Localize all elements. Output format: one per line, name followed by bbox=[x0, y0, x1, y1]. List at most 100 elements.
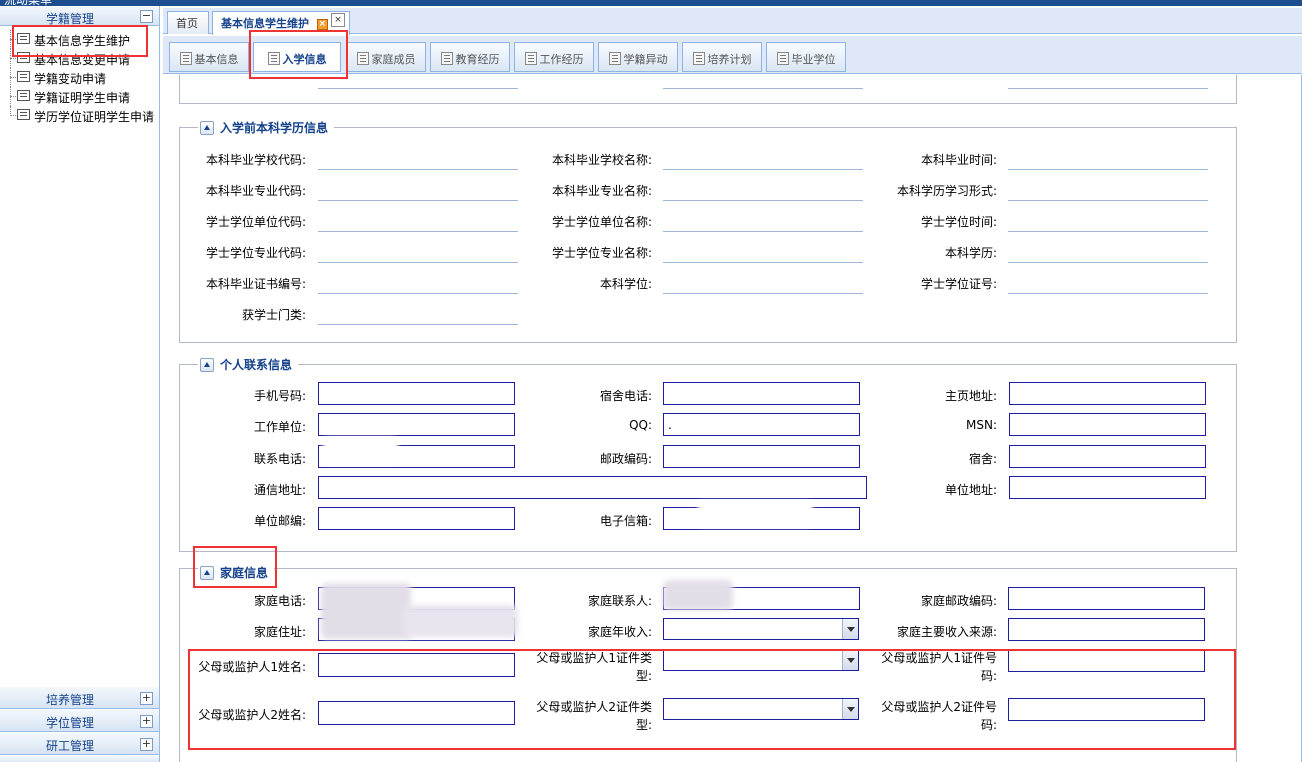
work-postcode-input[interactable] bbox=[318, 507, 515, 530]
employer-input[interactable] bbox=[318, 413, 515, 436]
tab-status-changes[interactable]: 学籍异动 bbox=[598, 42, 678, 72]
sidebar-bottom-sections: 培养管理 + 学位管理 + 研工管理 + bbox=[0, 686, 159, 762]
msn-input[interactable] bbox=[1009, 413, 1206, 436]
income-source-input[interactable] bbox=[1008, 618, 1205, 641]
field-major-code[interactable] bbox=[318, 200, 518, 201]
field-major-name[interactable] bbox=[663, 200, 863, 201]
tab-basic-info[interactable]: 基本信息 bbox=[169, 42, 249, 72]
label-study-form: 本科学历学习形式: bbox=[896, 184, 997, 198]
redacted-region bbox=[323, 437, 398, 463]
form-icon bbox=[17, 109, 30, 120]
mobile-input[interactable] bbox=[318, 382, 515, 405]
annotation-highlight-guardians bbox=[188, 649, 1236, 750]
document-icon bbox=[692, 52, 705, 65]
label-degree-category: 获学士门类: bbox=[241, 308, 306, 322]
label-qq: QQ: bbox=[629, 418, 652, 432]
label-grad-time: 本科毕业时间: bbox=[920, 153, 997, 167]
field-degree-major-name[interactable] bbox=[663, 262, 863, 263]
label-msn: MSN: bbox=[966, 418, 997, 432]
sidebar-section-label: 研工管理 bbox=[46, 739, 95, 753]
work-address-input[interactable] bbox=[1009, 476, 1206, 499]
underline-field bbox=[1008, 88, 1208, 89]
field-degree-time[interactable] bbox=[1008, 231, 1208, 232]
dorm-input[interactable] bbox=[1009, 445, 1206, 468]
tab-family-members[interactable]: 家庭成员 bbox=[346, 42, 426, 72]
sidebar-item-degree-certificate[interactable]: 学历学位证明学生申请 bbox=[0, 106, 159, 125]
sidebar-section-degree[interactable]: 学位管理 + bbox=[0, 709, 159, 732]
label-dorm: 宿舍: bbox=[968, 452, 997, 466]
document-icon bbox=[440, 52, 453, 65]
close-icon[interactable]: × bbox=[316, 18, 328, 30]
field-degree-cert-no[interactable] bbox=[1008, 293, 1208, 294]
label-phone: 联系电话: bbox=[253, 452, 306, 466]
expand-icon[interactable]: + bbox=[140, 738, 153, 751]
field-degree-major-code[interactable] bbox=[318, 262, 518, 263]
label-dorm-phone: 宿舍电话: bbox=[599, 389, 652, 403]
expand-icon[interactable]: + bbox=[140, 715, 153, 728]
tab-home[interactable]: 首页 bbox=[167, 11, 209, 34]
annotation-highlight-sidebar bbox=[12, 25, 148, 57]
tree-line bbox=[10, 77, 16, 78]
sidebar-item-status-change[interactable]: 学籍变动申请 bbox=[0, 68, 159, 87]
tree-line bbox=[10, 96, 16, 97]
redacted-region bbox=[663, 580, 733, 610]
document-icon bbox=[356, 52, 369, 65]
document-icon bbox=[608, 52, 621, 65]
field-cert-no[interactable] bbox=[318, 293, 518, 294]
field-degree-category[interactable] bbox=[318, 324, 518, 325]
collapse-arrow-icon[interactable] bbox=[200, 121, 214, 135]
qq-input[interactable]: . bbox=[663, 413, 860, 436]
underline-field bbox=[318, 88, 518, 89]
tab-graduation-degree[interactable]: 毕业学位 bbox=[766, 42, 846, 72]
sidebar-section-research[interactable]: 研工管理 + bbox=[0, 732, 159, 755]
tree-line bbox=[10, 58, 16, 59]
tab-work-history[interactable]: 工作经历 bbox=[514, 42, 594, 72]
document-icon bbox=[776, 52, 789, 65]
sidebar-section-label: 培养管理 bbox=[46, 693, 95, 707]
label-degree-major-code: 学士学位专业代码: bbox=[205, 246, 306, 260]
collapse-icon[interactable]: − bbox=[140, 10, 153, 23]
field-study-form[interactable] bbox=[1008, 200, 1208, 201]
label-work-address: 单位地址: bbox=[944, 483, 997, 497]
field-degree-unit-name[interactable] bbox=[663, 231, 863, 232]
mail-address-input[interactable] bbox=[318, 476, 867, 499]
field-education[interactable] bbox=[1008, 262, 1208, 263]
home-postcode-input[interactable] bbox=[1008, 587, 1205, 610]
tab-label: 基本信息 bbox=[194, 53, 239, 66]
legend-contact-info[interactable]: 个人联系信息 bbox=[198, 356, 299, 374]
label-major-name: 本科毕业专业名称: bbox=[551, 184, 652, 198]
dorm-phone-input[interactable] bbox=[663, 382, 860, 405]
redacted-region bbox=[403, 605, 518, 637]
tab-training-plan[interactable]: 培养计划 bbox=[682, 42, 762, 72]
tab-label: 毕业学位 bbox=[791, 53, 836, 66]
annual-income-select[interactable] bbox=[663, 618, 859, 640]
sidebar-section-student-records[interactable]: 学籍管理 − bbox=[0, 6, 159, 26]
field-school-code[interactable] bbox=[318, 169, 518, 170]
label-contact-person: 家庭联系人: bbox=[587, 594, 652, 608]
collapse-arrow-icon[interactable] bbox=[200, 358, 214, 372]
tab-education-history[interactable]: 教育经历 bbox=[430, 42, 510, 72]
sidebar-section-training[interactable]: 培养管理 + bbox=[0, 686, 159, 709]
section-title: 个人联系信息 bbox=[220, 358, 293, 372]
expand-icon[interactable]: + bbox=[140, 692, 153, 705]
tab-label: 教育经历 bbox=[455, 53, 500, 66]
document-icon bbox=[179, 52, 192, 65]
homepage-input[interactable] bbox=[1009, 382, 1206, 405]
field-degree[interactable] bbox=[663, 293, 863, 294]
postcode-input[interactable] bbox=[663, 445, 860, 468]
sidebar-item-status-certificate[interactable]: 学籍证明学生申请 bbox=[0, 87, 159, 106]
label-mobile: 手机号码: bbox=[253, 389, 306, 403]
label-home-address: 家庭住址: bbox=[253, 625, 306, 639]
document-icon bbox=[524, 52, 537, 65]
annotation-highlight-tab bbox=[249, 30, 348, 79]
dropdown-arrow-icon[interactable] bbox=[842, 619, 858, 639]
field-degree-unit-code[interactable] bbox=[318, 231, 518, 232]
legend-undergrad-info[interactable]: 入学前本科学历信息 bbox=[198, 119, 335, 137]
field-school-name[interactable] bbox=[663, 169, 863, 170]
section-title: 入学前本科学历信息 bbox=[220, 121, 329, 135]
tab-label: 基本信息学生维护 bbox=[221, 17, 309, 30]
field-grad-time[interactable] bbox=[1008, 169, 1208, 170]
label-major-code: 本科毕业专业代码: bbox=[205, 184, 306, 198]
close-all-icon[interactable]: × bbox=[331, 13, 345, 27]
label-home-phone: 家庭电话: bbox=[253, 594, 306, 608]
